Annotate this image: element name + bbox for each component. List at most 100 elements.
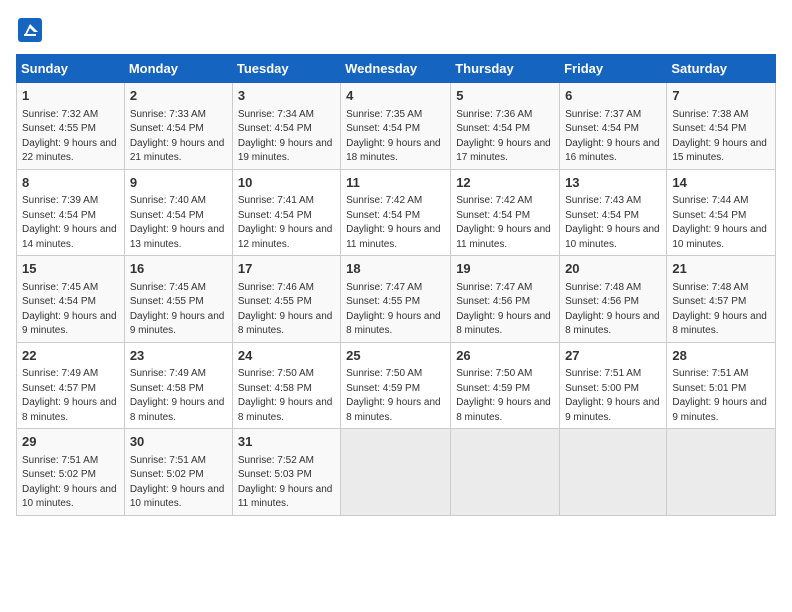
col-header-tuesday: Tuesday bbox=[232, 55, 340, 83]
logo bbox=[16, 16, 48, 44]
day-info: Sunrise: 7:49 AMSunset: 4:57 PMDaylight:… bbox=[22, 368, 117, 423]
col-header-saturday: Saturday bbox=[667, 55, 776, 83]
day-info: Sunrise: 7:36 AMSunset: 4:54 PMDaylight:… bbox=[456, 109, 551, 164]
day-number: 20 bbox=[565, 260, 661, 278]
day-number: 31 bbox=[238, 433, 335, 451]
calendar-cell: 31 Sunrise: 7:52 AMSunset: 5:03 PMDayligh… bbox=[232, 429, 340, 516]
day-number: 6 bbox=[565, 87, 661, 105]
day-info: Sunrise: 7:41 AMSunset: 4:54 PMDaylight:… bbox=[238, 195, 333, 250]
calendar-cell: 28Sunrise: 7:51 AMSunset: 5:01 PMDayligh… bbox=[667, 342, 776, 429]
calendar-cell: 7 Sunrise: 7:38 AMSunset: 4:54 PMDaylight… bbox=[667, 83, 776, 170]
day-number: 27 bbox=[565, 347, 661, 365]
calendar-cell: 20 Sunrise: 7:48 AMSunset: 4:56 PMDayligh… bbox=[560, 256, 667, 343]
day-number: 17 bbox=[238, 260, 335, 278]
day-info: Sunrise: 7:40 AMSunset: 4:54 PMDaylight:… bbox=[130, 195, 225, 250]
calendar-cell bbox=[341, 429, 451, 516]
day-number: 8 bbox=[22, 174, 119, 192]
calendar-cell: 16 Sunrise: 7:45 AMSunset: 4:55 PMDayligh… bbox=[124, 256, 232, 343]
calendar-cell: 13 Sunrise: 7:43 AMSunset: 4:54 PMDayligh… bbox=[560, 169, 667, 256]
day-info: Sunrise: 7:35 AMSunset: 4:54 PMDaylight:… bbox=[346, 109, 441, 164]
calendar-cell: 26 Sunrise: 7:50 AMSunset: 4:59 PMDayligh… bbox=[451, 342, 560, 429]
day-info: Sunrise: 7:52 AMSunset: 5:03 PMDaylight:… bbox=[238, 455, 333, 510]
day-info: Sunrise: 7:32 AMSunset: 4:55 PMDaylight:… bbox=[22, 109, 117, 164]
day-info: Sunrise: 7:34 AMSunset: 4:54 PMDaylight:… bbox=[238, 109, 333, 164]
header bbox=[16, 16, 776, 44]
calendar-cell: 5 Sunrise: 7:36 AMSunset: 4:54 PMDaylight… bbox=[451, 83, 560, 170]
col-header-sunday: Sunday bbox=[17, 55, 125, 83]
calendar-cell: 18 Sunrise: 7:47 AMSunset: 4:55 PMDayligh… bbox=[341, 256, 451, 343]
calendar-cell bbox=[560, 429, 667, 516]
week-row: 15 Sunrise: 7:45 AMSunset: 4:54 PMDayligh… bbox=[17, 256, 776, 343]
calendar-cell: 19 Sunrise: 7:47 AMSunset: 4:56 PMDayligh… bbox=[451, 256, 560, 343]
calendar-cell: 3 Sunrise: 7:34 AMSunset: 4:54 PMDaylight… bbox=[232, 83, 340, 170]
day-number: 12 bbox=[456, 174, 554, 192]
week-row: 29Sunrise: 7:51 AMSunset: 5:02 PMDayligh… bbox=[17, 429, 776, 516]
logo-icon bbox=[16, 16, 44, 44]
calendar-cell: 2Sunrise: 7:33 AMSunset: 4:54 PMDaylight… bbox=[124, 83, 232, 170]
day-info: Sunrise: 7:42 AMSunset: 4:54 PMDaylight:… bbox=[456, 195, 551, 250]
day-number: 18 bbox=[346, 260, 445, 278]
calendar-cell: 23 Sunrise: 7:49 AMSunset: 4:58 PMDayligh… bbox=[124, 342, 232, 429]
day-number: 26 bbox=[456, 347, 554, 365]
day-number: 25 bbox=[346, 347, 445, 365]
calendar-cell: 14Sunrise: 7:44 AMSunset: 4:54 PMDayligh… bbox=[667, 169, 776, 256]
day-number: 5 bbox=[456, 87, 554, 105]
day-number: 24 bbox=[238, 347, 335, 365]
header-row: SundayMondayTuesdayWednesdayThursdayFrid… bbox=[17, 55, 776, 83]
day-info: Sunrise: 7:45 AMSunset: 4:54 PMDaylight:… bbox=[22, 282, 117, 337]
col-header-wednesday: Wednesday bbox=[341, 55, 451, 83]
calendar-cell: 6 Sunrise: 7:37 AMSunset: 4:54 PMDaylight… bbox=[560, 83, 667, 170]
day-info: Sunrise: 7:51 AMSunset: 5:00 PMDaylight:… bbox=[565, 368, 660, 423]
day-info: Sunrise: 7:37 AMSunset: 4:54 PMDaylight:… bbox=[565, 109, 660, 164]
calendar-cell: 29Sunrise: 7:51 AMSunset: 5:02 PMDayligh… bbox=[17, 429, 125, 516]
calendar-cell: 12 Sunrise: 7:42 AMSunset: 4:54 PMDayligh… bbox=[451, 169, 560, 256]
day-number: 23 bbox=[130, 347, 227, 365]
calendar-cell: 21Sunrise: 7:48 AMSunset: 4:57 PMDayligh… bbox=[667, 256, 776, 343]
calendar-cell bbox=[451, 429, 560, 516]
day-info: Sunrise: 7:50 AMSunset: 4:58 PMDaylight:… bbox=[238, 368, 333, 423]
day-number: 3 bbox=[238, 87, 335, 105]
day-number: 15 bbox=[22, 260, 119, 278]
calendar-cell: 24 Sunrise: 7:50 AMSunset: 4:58 PMDayligh… bbox=[232, 342, 340, 429]
day-info: Sunrise: 7:47 AMSunset: 4:56 PMDaylight:… bbox=[456, 282, 551, 337]
week-row: 22 Sunrise: 7:49 AMSunset: 4:57 PMDayligh… bbox=[17, 342, 776, 429]
week-row: 1 Sunrise: 7:32 AMSunset: 4:55 PMDaylight… bbox=[17, 83, 776, 170]
day-number: 1 bbox=[22, 87, 119, 105]
calendar-cell: 9Sunrise: 7:40 AMSunset: 4:54 PMDaylight… bbox=[124, 169, 232, 256]
day-info: Sunrise: 7:38 AMSunset: 4:54 PMDaylight:… bbox=[672, 109, 767, 164]
calendar-cell: 4 Sunrise: 7:35 AMSunset: 4:54 PMDaylight… bbox=[341, 83, 451, 170]
day-info: Sunrise: 7:51 AMSunset: 5:02 PMDaylight:… bbox=[130, 455, 225, 510]
col-header-friday: Friday bbox=[560, 55, 667, 83]
day-info: Sunrise: 7:43 AMSunset: 4:54 PMDaylight:… bbox=[565, 195, 660, 250]
day-number: 16 bbox=[130, 260, 227, 278]
day-number: 22 bbox=[22, 347, 119, 365]
col-header-thursday: Thursday bbox=[451, 55, 560, 83]
calendar-table: SundayMondayTuesdayWednesdayThursdayFrid… bbox=[16, 54, 776, 516]
calendar-cell: 27 Sunrise: 7:51 AMSunset: 5:00 PMDayligh… bbox=[560, 342, 667, 429]
day-number: 13 bbox=[565, 174, 661, 192]
calendar-cell: 30Sunrise: 7:51 AMSunset: 5:02 PMDayligh… bbox=[124, 429, 232, 516]
day-number: 4 bbox=[346, 87, 445, 105]
calendar-cell: 25Sunrise: 7:50 AMSunset: 4:59 PMDayligh… bbox=[341, 342, 451, 429]
day-info: Sunrise: 7:47 AMSunset: 4:55 PMDaylight:… bbox=[346, 282, 441, 337]
calendar-cell: 11Sunrise: 7:42 AMSunset: 4:54 PMDayligh… bbox=[341, 169, 451, 256]
day-number: 28 bbox=[672, 347, 770, 365]
day-number: 19 bbox=[456, 260, 554, 278]
calendar-cell: 17 Sunrise: 7:46 AMSunset: 4:55 PMDayligh… bbox=[232, 256, 340, 343]
calendar-cell: 10Sunrise: 7:41 AMSunset: 4:54 PMDayligh… bbox=[232, 169, 340, 256]
calendar-cell: 1 Sunrise: 7:32 AMSunset: 4:55 PMDaylight… bbox=[17, 83, 125, 170]
calendar-cell: 22 Sunrise: 7:49 AMSunset: 4:57 PMDayligh… bbox=[17, 342, 125, 429]
day-number: 21 bbox=[672, 260, 770, 278]
day-info: Sunrise: 7:44 AMSunset: 4:54 PMDaylight:… bbox=[672, 195, 767, 250]
day-info: Sunrise: 7:48 AMSunset: 4:56 PMDaylight:… bbox=[565, 282, 660, 337]
day-info: Sunrise: 7:39 AMSunset: 4:54 PMDaylight:… bbox=[22, 195, 117, 250]
day-info: Sunrise: 7:45 AMSunset: 4:55 PMDaylight:… bbox=[130, 282, 225, 337]
day-number: 7 bbox=[672, 87, 770, 105]
day-info: Sunrise: 7:46 AMSunset: 4:55 PMDaylight:… bbox=[238, 282, 333, 337]
day-info: Sunrise: 7:51 AMSunset: 5:02 PMDaylight:… bbox=[22, 455, 117, 510]
day-info: Sunrise: 7:50 AMSunset: 4:59 PMDaylight:… bbox=[456, 368, 551, 423]
day-info: Sunrise: 7:49 AMSunset: 4:58 PMDaylight:… bbox=[130, 368, 225, 423]
day-number: 2 bbox=[130, 87, 227, 105]
col-header-monday: Monday bbox=[124, 55, 232, 83]
calendar-cell bbox=[667, 429, 776, 516]
